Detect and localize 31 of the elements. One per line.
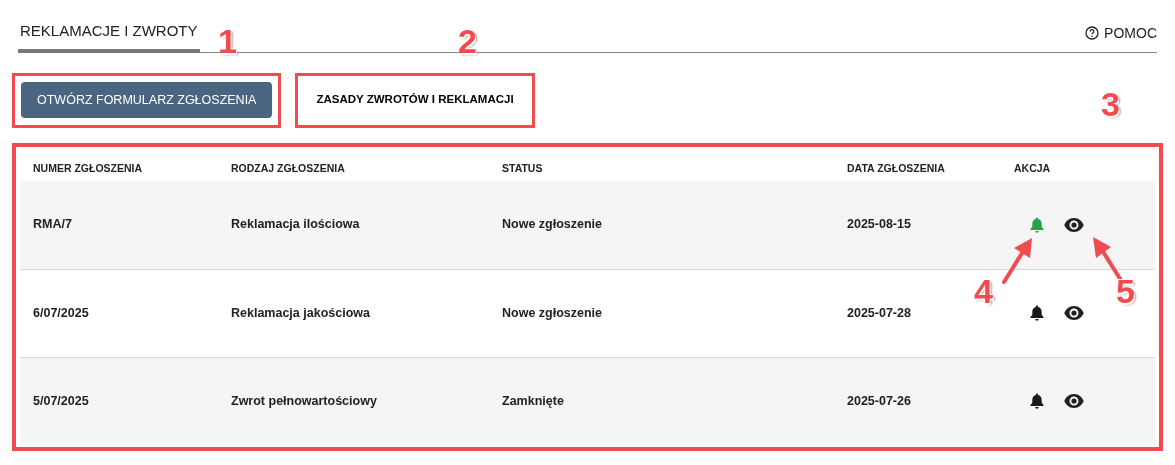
annotation-number: 5 bbox=[1116, 274, 1135, 308]
table-cell: RMA/7 bbox=[33, 217, 72, 232]
column-header: AKCJA bbox=[1014, 161, 1051, 174]
table-cell: Reklamacja ilościowa bbox=[231, 217, 360, 232]
table-cell: 2025-07-28 bbox=[847, 305, 911, 320]
column-header: DATA ZGŁOSZENIA bbox=[847, 161, 945, 174]
column-header: RODZAJ ZGŁOSZENIA bbox=[231, 161, 345, 174]
column-header: STATUS bbox=[502, 161, 543, 174]
annotation-number: 4 bbox=[974, 274, 993, 308]
column-header: NUMER ZGŁOSZENIA bbox=[33, 161, 143, 174]
eye-icon[interactable] bbox=[1064, 394, 1084, 408]
annotation-number: 1 bbox=[218, 24, 237, 58]
eye-icon[interactable] bbox=[1064, 217, 1084, 232]
table-cell: Zamknięte bbox=[502, 393, 564, 408]
help-link[interactable]: POMOC bbox=[1085, 22, 1157, 52]
bell-icon[interactable] bbox=[1030, 305, 1044, 321]
eye-icon[interactable] bbox=[1064, 306, 1084, 320]
annotation-number: 3 bbox=[1101, 87, 1120, 121]
table-cell: 2025-07-26 bbox=[847, 393, 911, 408]
open-form-button[interactable]: OTWÓRZ FORMULARZ ZGŁOSZENIA bbox=[21, 82, 273, 118]
table-cell: Zwrot pełnowartościowy bbox=[231, 393, 377, 408]
annotation-number: 2 bbox=[458, 24, 477, 58]
table-cell: 2025-08-15 bbox=[847, 217, 911, 232]
table-cell: Nowe zgłoszenie bbox=[502, 217, 603, 232]
table-cell: Reklamacja jakościowa bbox=[231, 305, 370, 320]
bell-icon[interactable] bbox=[1030, 393, 1044, 409]
table-cell: Nowe zgłoszenie bbox=[502, 305, 603, 320]
help-icon bbox=[1085, 26, 1100, 40]
section-tab[interactable]: REKLAMACJE I ZWROTY bbox=[18, 20, 200, 53]
table-cell: 6/07/2025 bbox=[33, 305, 89, 320]
table-cell: 5/07/2025 bbox=[33, 393, 89, 408]
